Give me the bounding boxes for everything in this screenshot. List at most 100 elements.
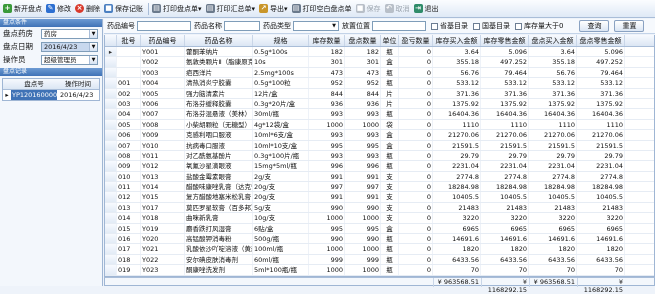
table-cell: Y005 <box>141 88 185 98</box>
table-row[interactable]: 014 Y018 曲咪新乳膏 10g/支 1000 1000 支 0 3220 3220 3220 3… <box>105 213 654 224</box>
operator-select[interactable]: 超级管理员 ▼ <box>41 54 98 65</box>
table-row[interactable]: 017Y021乳酸依沙吖啶溶液（黄药…100ml/瓶10001000瓶01820… <box>105 244 654 255</box>
table-cell: 2g/支 <box>253 171 309 182</box>
table-cell: 袋 <box>381 119 399 130</box>
print-list-button[interactable]: ▤ 打印盘点单 ▾ <box>151 1 205 17</box>
table-cell: 14691.6 <box>481 234 529 244</box>
type-select[interactable]: ▼ <box>293 21 339 31</box>
grid-col-header[interactable]: 库存买入金额 <box>433 35 481 46</box>
grid-col-header[interactable]: 盘点零售金额 <box>577 35 625 46</box>
table-cell: 60ml/瓶 <box>253 254 309 265</box>
table-row[interactable]: 006 Y009 克感利咽口服液 10ml*6支/盒 993 993 盒 0 21270.06 2… <box>105 130 654 141</box>
table-row[interactable]: 007 Y010 抗病毒口服液 10ml*10支/盒 995 995 盒 0 21591.5 21… <box>105 140 654 151</box>
table-cell: 182 <box>309 47 345 57</box>
table-cell: 3220 <box>529 213 577 223</box>
exit-button[interactable]: ⇥ 退出 <box>413 1 442 17</box>
table-cell: 993 <box>345 109 381 119</box>
table-cell: 1375.92 <box>577 98 625 109</box>
table-row[interactable]: Y003 疤西洋片 2.5mg*100s 473 473 瓶 0 56.76 79.464 56.… <box>105 67 654 79</box>
table-row[interactable]: 016 Y020 高锰酸钾消毒粉 500g/瓶 990 990 瓶 0 14691.6 14691… <box>105 234 654 245</box>
chevron-down-icon: ▼ <box>332 23 336 29</box>
grid-col-header[interactable]: 库存数量 <box>309 35 345 46</box>
grid-col-header[interactable]: 库存零售金额 <box>481 35 529 46</box>
edit-button[interactable]: ✎ 修改 <box>45 1 74 17</box>
new-count-button[interactable]: + 新开盘点 <box>2 1 45 17</box>
table-cell: 009 <box>117 161 141 171</box>
records-row[interactable]: ▸ YP1201600001 2016/4/23 <box>3 90 99 100</box>
table-cell: 支 <box>381 182 399 192</box>
table-row[interactable]: 015 Y019 麝香跌打风湿膏 6贴/盒 995 995 盒 0 6965 6965 6965 69… <box>105 223 654 235</box>
table-cell: 盒 <box>381 57 399 67</box>
grid-col-header[interactable]: 盘点买入金额 <box>529 35 577 46</box>
table-cell: 008 <box>117 150 141 161</box>
table-cell: 6433.56 <box>433 254 481 265</box>
table-row[interactable]: 010 Y013 盐酸金霉素眼膏 2g/支 991 991 支 0 2774.8 2774.8 27… <box>105 171 654 183</box>
date-picker[interactable]: 2016/4/23 ▼ <box>41 41 98 52</box>
table-row[interactable]: 018 Y022 安尔碘皮肤消毒剂 60ml/瓶 999 999 瓶 0 6433.56 6433… <box>105 254 654 266</box>
table-row[interactable]: 001 Y004 清热消炎宁胶囊 0.5g*100粒 952 952 瓶 0 533.12 533… <box>105 78 654 89</box>
table-cell: 1110 <box>481 119 529 130</box>
table-cell: 004 <box>117 109 141 119</box>
table-row[interactable]: 002 Y005 强力脑清素片 12片/盒 844 844 片 0 371.36 371.36 37… <box>105 88 654 99</box>
grid-col-header[interactable]: 批号 <box>117 35 141 46</box>
national-checkbox[interactable]: 国基目录 <box>473 21 510 31</box>
table-cell: 0 <box>399 265 433 275</box>
grid-col-header[interactable]: 单位 <box>381 35 399 46</box>
grid-body: ▸ Y001 藿酮苯纳片 0.5g*100s 182 182 瓶 0 3.64 5.096 3.64… <box>105 47 654 276</box>
location-label: 放置位置 <box>342 22 370 30</box>
table-cell: 莫匹罗星软膏（百多邦） <box>186 202 253 213</box>
table-cell: 瓶 <box>381 150 399 161</box>
table-cell: 安尔碘皮肤消毒剂 <box>185 254 253 265</box>
row-indicator <box>105 161 117 171</box>
table-row[interactable]: 008 Y011 对乙酰氨基酚片 0.3g*100片/瓶 993 993 瓶 0 29.79 29… <box>105 150 654 162</box>
table-cell: 997 <box>309 182 345 192</box>
query-button[interactable]: 查询 <box>579 20 610 32</box>
table-cell: 0 <box>399 119 433 130</box>
records-header-row: 盘点号 操作时间 <box>3 79 99 90</box>
table-row[interactable]: 019 Y023 酮康唑洗发剂 5ml*100瓶/瓶 1000 1000 瓶 0 70 70 70 7… <box>105 265 654 276</box>
table-cell: 995 <box>309 223 345 234</box>
table-cell: 21483 <box>529 202 577 213</box>
table-cell: 2231.04 <box>529 161 577 171</box>
provincial-checkbox[interactable]: 省基目录 <box>431 21 468 31</box>
grid-col-header[interactable]: 药品名称 <box>185 35 253 46</box>
table-row[interactable]: ▸ Y001 藿酮苯纳片 0.5g*100s 182 182 瓶 0 3.64 5.096 3.64… <box>105 47 654 58</box>
save-post-button[interactable]: ■ 保存记账 <box>103 1 146 17</box>
table-row[interactable]: Y002氨敦类颗片Ⅱ（脂康原克）10s301301盒0355.18497.252… <box>105 57 654 68</box>
chevron-down-icon: ▾ <box>251 4 256 13</box>
stock-checkbox[interactable]: 库存量大于0 <box>515 21 563 31</box>
dept-select[interactable]: 药房 ▼ <box>41 28 98 39</box>
table-row[interactable]: 013 Y017 莫匹罗星软膏（百多邦） 5g/支 990 990 支 0 21483 21483… <box>105 202 654 214</box>
table-cell: 瓶 <box>381 244 399 254</box>
table-cell: 2774.8 <box>481 171 529 182</box>
export-button[interactable]: ↗ 导出 ▾ <box>258 1 291 17</box>
grid-col-header[interactable]: 规格 <box>253 35 309 46</box>
name-input[interactable] <box>224 21 260 31</box>
reset-button[interactable]: 重置 <box>614 20 645 32</box>
cancel-button[interactable]: ↶ 取消 <box>384 1 413 17</box>
grid-col-header[interactable]: 药品编号 <box>141 35 185 46</box>
code-input[interactable] <box>137 21 191 31</box>
save-button[interactable]: ■ 保存 <box>355 1 384 17</box>
print-summary-button[interactable]: ▤ 打印汇总单 ▾ <box>205 1 259 17</box>
operator-label: 操作员 <box>3 55 26 64</box>
grid-col-header[interactable]: 盘点数量 <box>345 35 381 46</box>
table-row[interactable]: 011Y014醋酸味康唑乳膏（达克宁）20g/支997997支018284.98… <box>105 182 654 193</box>
table-cell: Y019 <box>141 223 185 234</box>
table-cell: Y022 <box>141 254 185 265</box>
table-cell: 79.464 <box>577 67 625 78</box>
table-row[interactable]: 003 Y006 布洛芬缓释胶囊 0.3g*20片/盒 936 936 片 0 1375.92 1… <box>105 98 654 110</box>
table-row[interactable]: 009 Y012 氧氟沙星滴眼液 15mg*5ml/瓶 996 996 瓶 0 2231.04 2… <box>105 161 654 172</box>
table-row[interactable]: 005 Y008 小柴胡颗粒（无糖型） 4g*12袋/盒 1000 1000 袋 0 1110 1… <box>105 119 654 131</box>
print-blank-button[interactable]: ▤ 打印空白盘点单 <box>291 1 355 17</box>
table-row[interactable]: 004 Y007 布洛芬混悬液（美林） 30ml/瓶 993 993 瓶 0 16404.36 1… <box>105 109 654 120</box>
table-row[interactable]: 012Y015复方醋酸地塞米松乳膏（…20g/支991991支010405.51… <box>105 192 654 203</box>
table-cell: 6965 <box>433 223 481 234</box>
table-cell: 0 <box>399 109 433 119</box>
table-cell: 6965 <box>529 223 577 234</box>
table-cell: 清热消炎宁胶囊 <box>185 78 253 88</box>
location-input[interactable] <box>372 21 426 31</box>
grid-col-header[interactable]: 盈亏数量 <box>399 35 433 46</box>
delete-button[interactable]: × 删除 <box>74 1 103 17</box>
table-cell: 29.79 <box>577 150 625 161</box>
